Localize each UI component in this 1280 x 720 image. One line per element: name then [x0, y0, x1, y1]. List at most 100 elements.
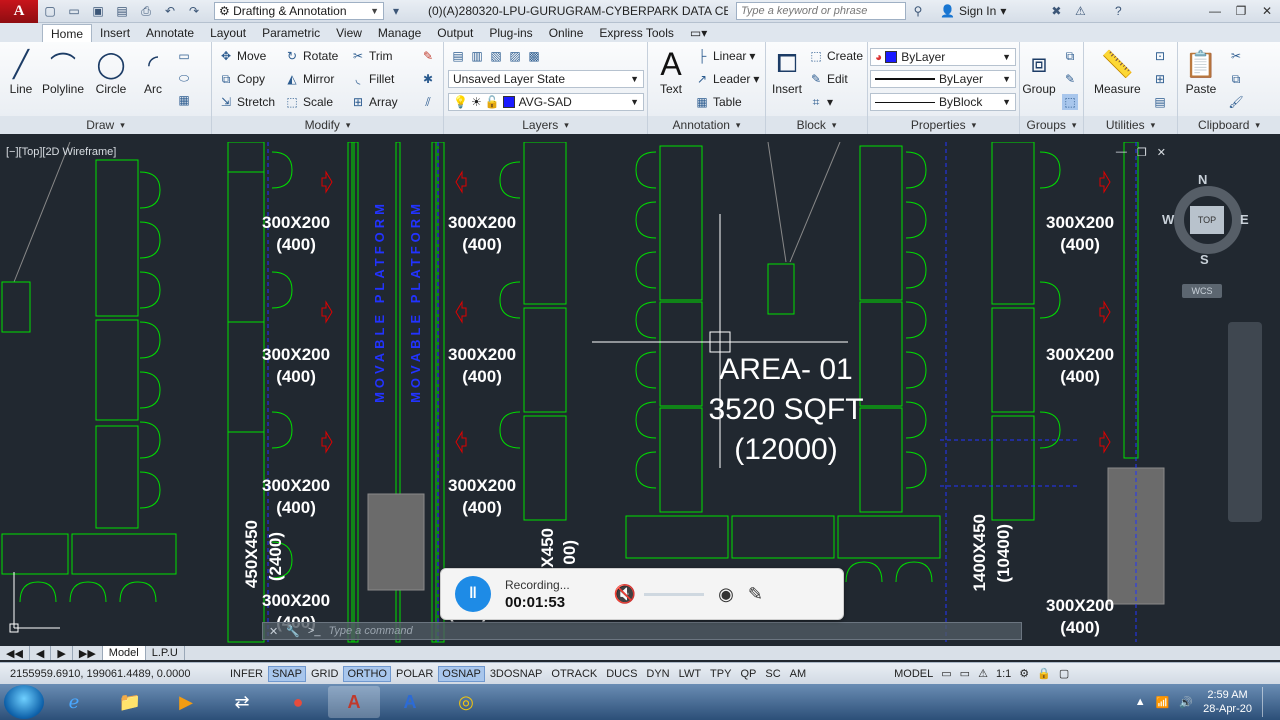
toggle-polar[interactable]: POLAR: [392, 666, 437, 682]
tab-lpu[interactable]: L.P.U: [146, 646, 185, 660]
autocad-logo-icon[interactable]: A: [0, 0, 38, 23]
media-player-icon[interactable]: ▶: [160, 686, 212, 718]
binoculars-icon[interactable]: ⚲: [908, 2, 928, 20]
tab-manage[interactable]: Manage: [370, 24, 429, 42]
clean-screen-icon[interactable]: ▢: [1055, 666, 1073, 682]
wrench-icon[interactable]: 🔧: [286, 625, 300, 638]
tray-expand-icon[interactable]: ▲: [1135, 696, 1146, 708]
utilities-panel-title[interactable]: Utilities: [1084, 116, 1177, 134]
ungroup-button[interactable]: ⧉: [1062, 48, 1078, 64]
toggle-sc[interactable]: SC: [761, 666, 784, 682]
file-explorer-icon[interactable]: 📁: [104, 686, 156, 718]
new-file-icon[interactable]: ▢: [40, 2, 60, 20]
group-button[interactable]: ⧈ Group: [1022, 46, 1056, 96]
print-icon[interactable]: ⎙: [136, 2, 156, 20]
table-button[interactable]: ▦ Table: [694, 94, 741, 110]
close-icon[interactable]: ✕: [269, 625, 278, 638]
help-icon[interactable]: ?: [1108, 2, 1128, 20]
workspace-switch-icon[interactable]: ⚙: [1015, 666, 1033, 682]
workspace-select[interactable]: ⚙ Drafting & Annotation ▼: [214, 2, 384, 20]
tab-express-tools[interactable]: Express Tools: [591, 24, 681, 42]
copy-clip-button[interactable]: ⧉: [1228, 71, 1244, 87]
modify-panel-title[interactable]: Modify: [212, 116, 443, 134]
toggle-dyn[interactable]: DYN: [642, 666, 673, 682]
tab-output[interactable]: Output: [429, 24, 481, 42]
wcs-menu[interactable]: WCS: [1182, 284, 1222, 298]
tab-view[interactable]: View: [328, 24, 370, 42]
array-button[interactable]: ⊞ Array: [350, 94, 398, 110]
quick-view-drawings-icon[interactable]: ▭: [956, 666, 974, 682]
viewcube[interactable]: TOP N S W E: [1160, 172, 1256, 268]
undo-icon[interactable]: ↶: [160, 2, 180, 20]
cut-button[interactable]: ✂: [1228, 48, 1244, 64]
insert-block-button[interactable]: ⧠ Insert: [770, 46, 804, 96]
volume-icon[interactable]: 🔊: [1179, 696, 1193, 709]
tab-home[interactable]: Home: [42, 24, 93, 42]
webcam-icon[interactable]: ◉: [718, 584, 734, 605]
group-edit-button[interactable]: ✎: [1062, 71, 1078, 87]
restore-icon[interactable]: ❐: [1137, 146, 1147, 159]
hatch-button[interactable]: ▦: [176, 92, 192, 108]
minimize-icon[interactable]: —: [1202, 2, 1228, 20]
autocad-app-icon[interactable]: A: [328, 686, 380, 718]
text-button[interactable]: A Text: [654, 46, 688, 97]
attribute-button[interactable]: ⌗ ▾: [808, 94, 833, 110]
annotation-scale-icon[interactable]: ⚠: [974, 666, 992, 682]
groups-panel-title[interactable]: Groups: [1020, 116, 1083, 134]
annotation-scale-value[interactable]: 1:1: [992, 666, 1015, 682]
search-input[interactable]: Type a keyword or phrase: [736, 2, 906, 20]
toggle-qp[interactable]: QP: [736, 666, 760, 682]
block-panel-title[interactable]: Block: [766, 116, 867, 134]
calculator-button[interactable]: ▤: [1152, 94, 1168, 110]
exchange-icon[interactable]: ✖: [1046, 2, 1066, 20]
layout-nav-first-icon[interactable]: ◀◀: [0, 646, 30, 660]
toggle-grid[interactable]: GRID: [307, 666, 343, 682]
compass-west[interactable]: W: [1162, 212, 1174, 227]
tab-parametric[interactable]: Parametric: [254, 24, 328, 42]
volume-slider[interactable]: [644, 592, 705, 596]
network-tool-icon[interactable]: ⇄: [216, 686, 268, 718]
measure-button[interactable]: 📏 Measure: [1094, 46, 1141, 97]
viewcube-top-face[interactable]: TOP: [1190, 206, 1224, 234]
redo-icon[interactable]: ↷: [184, 2, 204, 20]
screen-recorder-app-icon[interactable]: ●: [272, 686, 324, 718]
select-all-button[interactable]: ⊞: [1152, 71, 1168, 87]
command-line[interactable]: ✕ 🔧 >_ Type a command: [262, 622, 1022, 640]
stretch-button[interactable]: ⇲ Stretch: [218, 94, 275, 110]
polyline-button[interactable]: ⌒ Polyline: [42, 46, 84, 97]
group-select-button[interactable]: ⬚: [1062, 94, 1078, 110]
minimize-icon[interactable]: —: [1116, 146, 1127, 159]
properties-panel-title[interactable]: Properties: [868, 116, 1019, 134]
stay-connected-icon[interactable]: ⚠: [1070, 2, 1090, 20]
erase-button[interactable]: ✎: [420, 48, 436, 64]
trim-button[interactable]: ✂ Trim: [350, 48, 393, 64]
toggle-otrack[interactable]: OTRACK: [547, 666, 601, 682]
annotation-panel-title[interactable]: Annotation: [648, 116, 765, 134]
offset-button[interactable]: ⫽: [420, 94, 436, 110]
layout-nav-last-icon[interactable]: ▶▶: [73, 646, 103, 660]
lineweight-select[interactable]: ByBlock ▼: [870, 93, 1016, 111]
quick-select-button[interactable]: ⊡: [1152, 48, 1168, 64]
viewport-controls-label[interactable]: [−][Top][2D Wireframe]: [6, 146, 116, 158]
qat-dropdown-icon[interactable]: ▾: [386, 2, 406, 20]
compass-south[interactable]: S: [1200, 252, 1209, 267]
mute-icon[interactable]: 🔇: [614, 584, 636, 605]
compass-north[interactable]: N: [1198, 172, 1207, 187]
toggle-3dosnap[interactable]: 3DOSNAP: [486, 666, 547, 682]
navigation-bar[interactable]: [1228, 322, 1262, 522]
chrome-icon[interactable]: ◎: [440, 686, 492, 718]
show-desktop-button[interactable]: [1262, 687, 1272, 717]
tab-insert[interactable]: Insert: [92, 24, 138, 42]
fillet-button[interactable]: ◟ Fillet: [350, 71, 395, 87]
layout-nav-prev-icon[interactable]: ◀: [30, 646, 52, 660]
leader-button[interactable]: ↗ Leader ▾: [694, 71, 759, 87]
close-icon[interactable]: ✕: [1157, 146, 1166, 159]
tab-online[interactable]: Online: [541, 24, 592, 42]
color-select[interactable]: ◕ ByLayer ▼: [870, 48, 1016, 66]
save-icon[interactable]: ▣: [88, 2, 108, 20]
toggle-osnap[interactable]: OSNAP: [438, 665, 485, 682]
tab-model[interactable]: Model: [102, 646, 146, 660]
clipboard-panel-title[interactable]: Clipboard: [1178, 116, 1280, 134]
edit-block-button[interactable]: ✎ Edit: [808, 71, 848, 87]
layers-panel-title[interactable]: Layers: [444, 116, 647, 134]
